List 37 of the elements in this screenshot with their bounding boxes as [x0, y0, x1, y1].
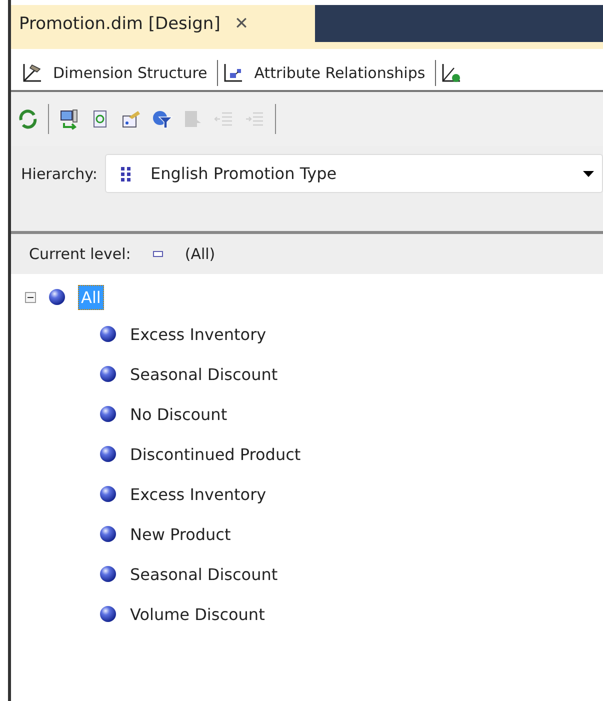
collapse-toggle-icon[interactable] — [25, 292, 36, 302]
sphere-icon — [99, 525, 117, 543]
globe-filter-icon[interactable] — [151, 108, 173, 130]
tree-item[interactable]: No Discount — [127, 402, 230, 426]
current-level-value: (All) — [184, 245, 216, 263]
tree-item[interactable]: Discontinued Product — [127, 442, 304, 466]
current-level-label: Current level: — [29, 245, 131, 263]
hierarchy-dropdown[interactable]: English Promotion Type — [105, 154, 603, 193]
sphere-icon — [99, 565, 117, 583]
relation-axes-icon — [222, 62, 244, 84]
sphere-icon — [99, 605, 117, 623]
dots-grid-icon — [120, 166, 132, 182]
tree-item[interactable]: New Product — [127, 522, 234, 546]
dropdown-caret-icon[interactable] — [583, 170, 594, 176]
tree-item[interactable]: Seasonal Discount — [127, 362, 281, 386]
designer-tab[interactable]: Dimension Structure — [17, 62, 218, 84]
sphere-icon — [48, 288, 66, 306]
designer-tab[interactable]: Attribute Relationships — [218, 62, 436, 84]
sphere-icon — [99, 485, 117, 503]
sphere-icon — [99, 445, 117, 463]
hierarchy-label: Hierarchy: — [21, 164, 98, 182]
document-tab[interactable]: Promotion.dim [Design] ✕ — [11, 5, 315, 42]
globe-axes-icon — [440, 62, 462, 84]
close-button[interactable]: ✕ — [234, 14, 249, 34]
sphere-icon — [99, 405, 117, 423]
tree-item[interactable]: Seasonal Discount — [127, 562, 281, 586]
tree-item[interactable]: Volume Discount — [127, 602, 268, 626]
tree-item[interactable]: Excess Inventory — [127, 322, 270, 346]
cycle-arrows-icon[interactable] — [17, 108, 39, 130]
document-title: Promotion.dim [Design] — [19, 14, 220, 34]
computer-arrow-icon[interactable] — [58, 108, 80, 130]
sphere-icon — [99, 325, 117, 343]
level-icon — [152, 251, 163, 257]
sphere-icon — [99, 365, 117, 383]
window-pencil-icon[interactable] — [120, 108, 142, 130]
tree-item[interactable]: Excess Inventory — [127, 482, 270, 506]
hammer-axes-icon — [21, 62, 43, 84]
